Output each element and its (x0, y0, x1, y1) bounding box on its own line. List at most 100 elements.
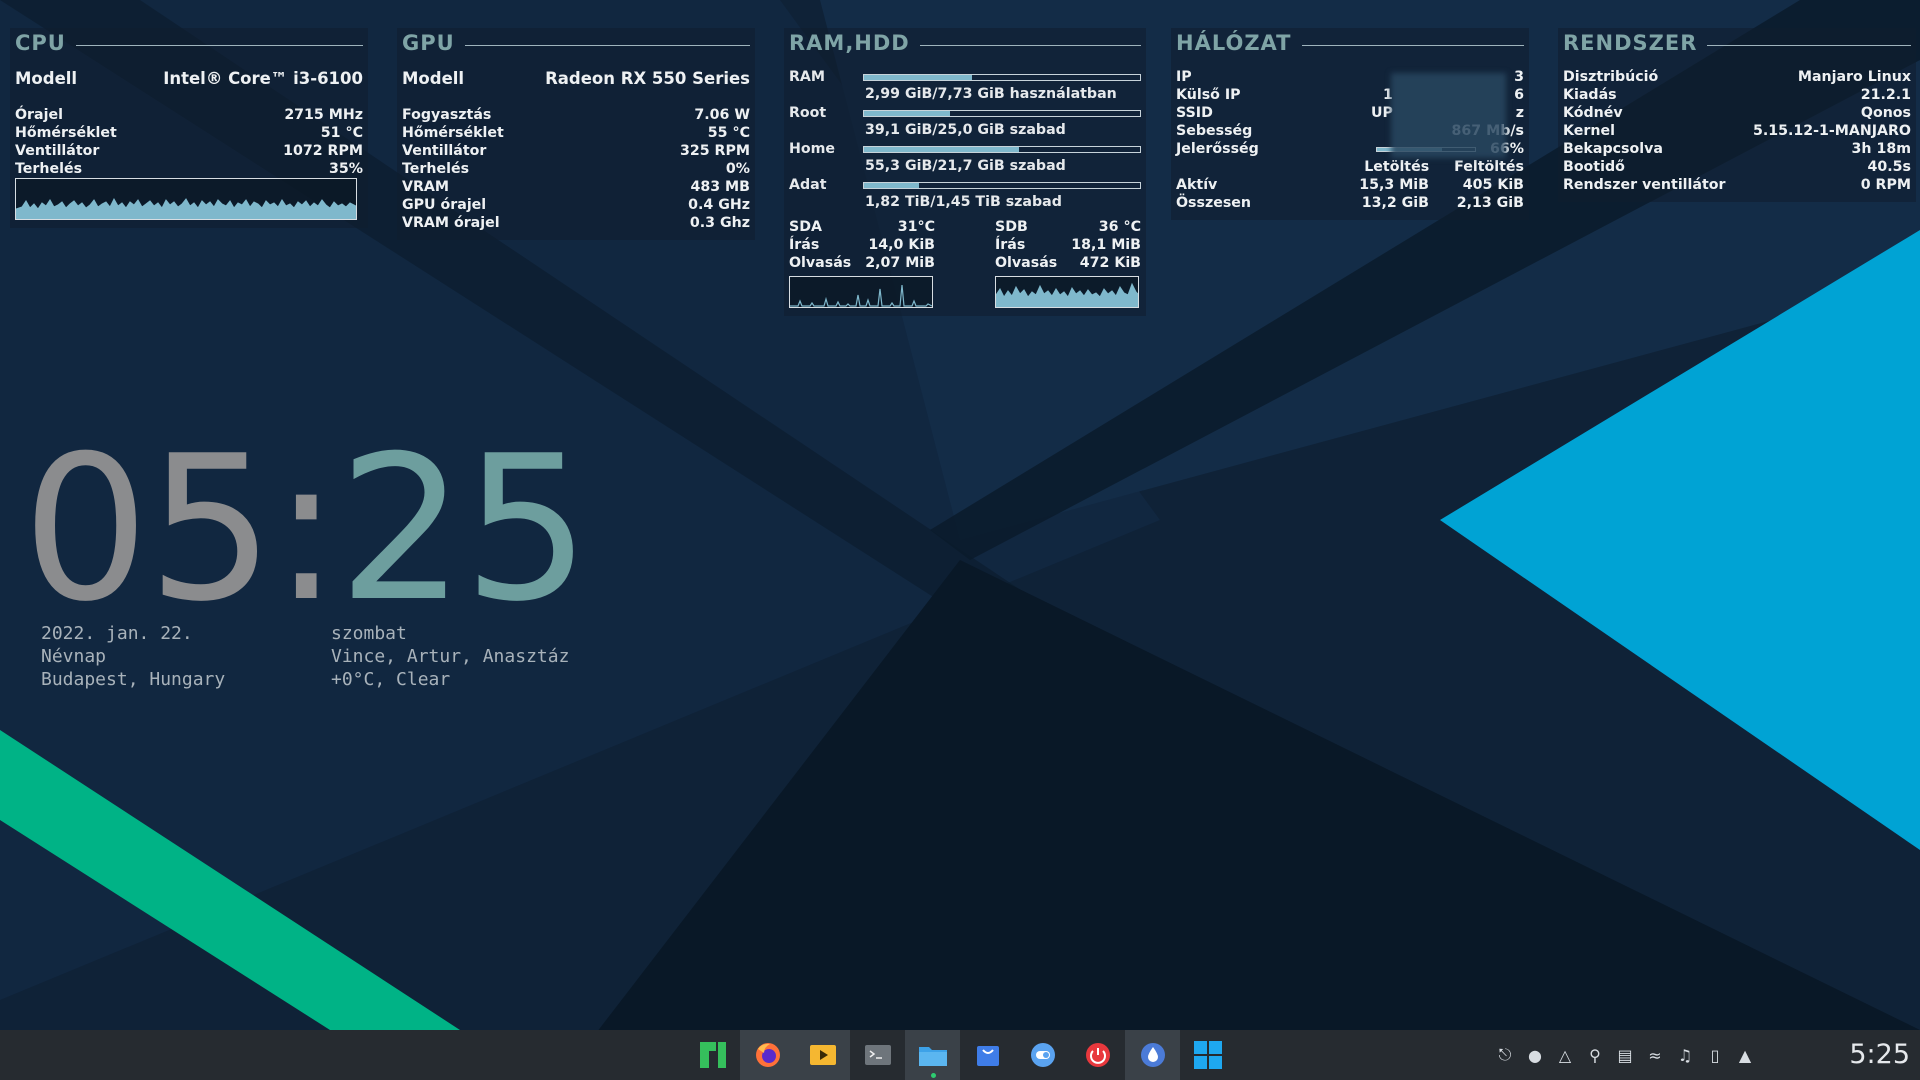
label: VRAM (402, 179, 450, 195)
label: Bekapcsolva (1563, 141, 1663, 157)
vlc-icon[interactable]: △ (1550, 1046, 1580, 1065)
label: Terhelés (15, 161, 83, 177)
gpu-title: GPU (402, 31, 455, 55)
terminal-icon (864, 1045, 891, 1065)
cpu-fan-row: Ventillátor 1072 RPM (15, 142, 363, 160)
system-tray: ⎋ ● △ ⚲ ▤ ≈ ♫ ▯ ▲ (1490, 1030, 1760, 1080)
gpu-fan-row: Ventillátor 325 RPM (402, 142, 750, 160)
clipboard-icon[interactable]: ▤ (1610, 1046, 1640, 1065)
label: Terhelés (402, 161, 470, 177)
codename-row: Kódnév Qonos (1563, 104, 1911, 122)
label: Kiadás (1563, 87, 1617, 103)
sdb-stats: SDB 36 °C Írás 18,1 MiB Olvasás 472 KiB (995, 218, 1141, 308)
data-bar (863, 182, 1141, 189)
update-icon[interactable]: ⎋ (1490, 1045, 1520, 1065)
terminal-button[interactable] (850, 1030, 905, 1080)
home-usage-text: 55,3 GiB/21,7 GiB szabad (865, 158, 1066, 174)
sda-stats: SDA 31°C Írás 14,0 KiB Olvasás 2,07 MiB (789, 218, 935, 308)
value-partial: UP (1371, 105, 1393, 121)
sdb-temp: 36 °C (1098, 219, 1141, 235)
firefox-button[interactable] (740, 1030, 795, 1080)
file-manager-icon (918, 1047, 947, 1066)
gpu-power-row: Fogyasztás 7.06 W (402, 106, 750, 124)
ram-bar-fill (864, 75, 972, 80)
active-download: 15,3 MiB (1359, 177, 1429, 193)
label: SSID (1176, 105, 1213, 121)
toggle-app-button[interactable] (1015, 1030, 1070, 1080)
sda-write-label: Írás (789, 237, 820, 253)
value: Qonos (1860, 105, 1911, 121)
value: 3h 18m (1851, 141, 1911, 157)
expand-arrow-icon[interactable]: ▲ (1730, 1046, 1760, 1065)
gpu-vram-clock-row: VRAM órajel 0.3 Ghz (402, 214, 750, 232)
clock-minutes: 25 (337, 413, 590, 646)
location-icon[interactable]: ⚲ (1580, 1046, 1610, 1065)
file-manager-button[interactable] (905, 1030, 960, 1080)
label: Modell (15, 69, 78, 88)
total-traffic-row: Összesen 13,2 GiB 2,13 GiB (1176, 194, 1524, 212)
date-info-right: szombat Vince, Artur, Anasztáz +0°C, Cle… (331, 622, 569, 691)
cpu-temp-row: Hőmérséklet 51 °C (15, 124, 363, 142)
windows-button[interactable] (1180, 1030, 1235, 1080)
value: 325 RPM (680, 143, 750, 159)
clock-hours: 05 (22, 413, 274, 646)
home-label: Home (789, 141, 836, 157)
battery-icon[interactable]: ▯ (1700, 1046, 1730, 1065)
value: 35% (329, 161, 363, 177)
sda-read-value: 2,07 MiB (865, 255, 935, 271)
media-player-button[interactable] (795, 1030, 850, 1080)
drop-icon[interactable]: ● (1520, 1046, 1550, 1065)
gpu-temp-row: Hőmérséklet 55 °C (402, 124, 750, 142)
wifi-icon[interactable]: ≈ (1640, 1046, 1670, 1065)
network-widget: HÁLÓZAT IP 3 Külső IP 1 6 SSID UP z Sebes… (1171, 28, 1529, 220)
total-download: 13,2 GiB (1361, 195, 1429, 211)
sdb-io-graph (995, 276, 1139, 308)
taskbar: ⎋ ● △ ⚲ ▤ ≈ ♫ ▯ ▲ 5:25 (0, 1030, 1920, 1080)
volume-icon[interactable]: ♫ (1670, 1046, 1700, 1065)
software-store-button[interactable] (960, 1030, 1015, 1080)
date-text: 2022. jan. 22. (41, 623, 193, 644)
ram-hdd-title: RAM,HDD (789, 31, 910, 55)
power-icon (1085, 1043, 1110, 1067)
running-indicator (931, 1073, 936, 1078)
sda-temp: 31°C (897, 219, 935, 235)
taskbar-clock[interactable]: 5:25 (1849, 1030, 1910, 1080)
gpu-vram-row: VRAM 483 MB (402, 178, 750, 196)
desktop-clock: 05:25 (22, 430, 590, 630)
download-label: Letöltés (1364, 159, 1430, 175)
sda-read-label: Olvasás (789, 255, 852, 271)
power-button[interactable] (1070, 1030, 1125, 1080)
gpu-widget: GPU Modell Radeon RX 550 Series Fogyaszt… (397, 28, 755, 240)
ram-usage: RAM 2,99 GiB/7,73 GiB használatban (789, 68, 1141, 104)
active-traffic-row: Aktív 15,3 MiB 405 KiB (1176, 176, 1524, 194)
ram-usage-text: 2,99 GiB/7,73 GiB használatban (865, 86, 1117, 102)
gpu-load-row: Terhelés 0% (402, 160, 750, 178)
title-rule (919, 44, 1141, 46)
cpu-load-graph (15, 178, 357, 220)
manjaro-icon (699, 1042, 726, 1068)
network-title: HÁLÓZAT (1176, 31, 1292, 55)
label: Rendszer ventillátor (1563, 177, 1726, 193)
boottime-row: Bootidő 40.5s (1563, 158, 1911, 176)
root-bar (863, 110, 1141, 117)
label: Ventillátor (15, 143, 100, 159)
sda-write-value: 14,0 KiB (868, 237, 935, 253)
value: Radeon RX 550 Series (545, 69, 750, 88)
title-rule (75, 44, 363, 46)
drop-app-button[interactable] (1125, 1030, 1180, 1080)
distro-row: Disztribúció Manjaro Linux (1563, 68, 1911, 86)
ram-bar (863, 74, 1141, 81)
manjaro-launcher-button[interactable] (685, 1030, 740, 1080)
upload-label: Feltöltés (1454, 159, 1524, 175)
label: GPU órajel (402, 197, 487, 213)
root-usage-text: 39,1 GiB/25,0 GiB szabad (865, 122, 1066, 138)
task-manager (685, 1030, 1235, 1080)
media-player-icon (809, 1045, 836, 1065)
label: Aktív (1176, 177, 1218, 193)
cpu-model-row: Modell Intel® Core™ i3-6100 (15, 68, 363, 90)
value: z (1515, 105, 1524, 121)
value: 0% (725, 161, 750, 177)
label: Jelerősség (1176, 141, 1259, 157)
value: 7.06 W (694, 107, 750, 123)
title-rule (1301, 44, 1524, 46)
